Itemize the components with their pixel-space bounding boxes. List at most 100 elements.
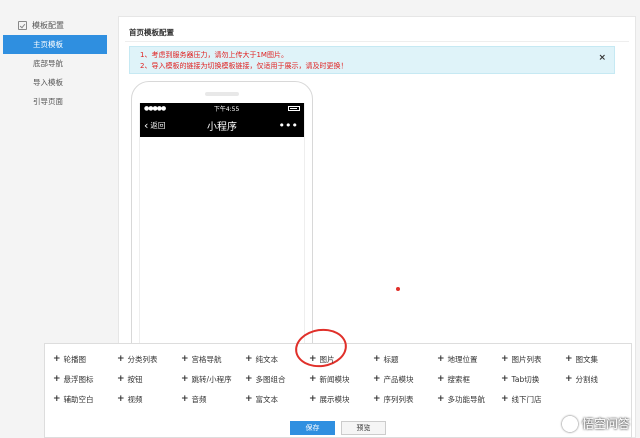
add-component-button[interactable]: + 地理位置 [437,354,501,365]
component-label: 按钮 [127,374,143,384]
sidebar-item-import-template[interactable]: 导入模板 [3,73,107,92]
add-component-button[interactable]: + 富文本 [245,394,309,405]
add-component-button[interactable]: + 纯文本 [245,354,309,365]
palette-row: + 悬浮图标 + 按钮 + 跳转/小程序 + 多图组合 + 新闻模块 + 产品模块 + 搜索框 + Tab切换… [53,369,629,389]
add-component-button[interactable]: + 标题 [373,354,437,365]
component-label: 展示模块 [319,394,350,404]
add-component-button[interactable]: + 音频 [181,394,245,405]
sidebar-item-home-template[interactable]: 主页模板 [3,35,107,54]
plus-icon: + [181,354,189,364]
component-label: 地理位置 [447,354,478,364]
back-button[interactable]: ‹ 返回 [144,120,165,131]
component-label: Tab切换 [511,374,540,384]
component-label: 跳转/小程序 [191,374,232,384]
component-label: 悬浮图标 [63,374,94,384]
add-component-button[interactable]: + 图文集 [565,354,629,365]
add-component-button[interactable]: + 按钮 [117,374,181,385]
add-component-button[interactable]: + Tab切换 [501,374,565,385]
component-label: 图片 [319,354,335,364]
plus-icon: + [437,354,445,364]
add-component-button[interactable]: + 线下门店 [501,394,565,405]
notice-alert: 1、考虑到服务器压力，请勿上传大于1M图片。 2、导入模板的链接为切换模板链接，… [129,46,615,74]
preview-button[interactable]: 预览 [341,421,386,435]
chevron-left-icon: ‹ [144,118,149,132]
add-component-button[interactable]: + 宫格导航 [181,354,245,365]
plus-icon: + [437,374,445,384]
sidebar-item-guide-page[interactable]: 引导页面 [3,92,107,111]
add-component-button[interactable]: + 视频 [117,394,181,405]
plus-icon: + [373,394,381,404]
add-component-button[interactable]: + 多图组合 [245,374,309,385]
sidebar-header-label: 模板配置 [32,20,64,30]
add-component-button[interactable]: + 新闻模块 [309,374,373,385]
plus-icon: + [181,374,189,384]
add-component-button[interactable]: + 图片 [309,354,373,365]
add-component-button[interactable]: + 轮播图 [53,354,117,365]
side-menu: 主页模板 底部导航 导入模板 引导页面 [3,35,107,111]
component-label: 分类列表 [127,354,158,364]
plus-icon: + [501,394,509,404]
component-label: 多功能导航 [447,394,486,404]
component-label: 标题 [383,354,399,364]
page-title: 首页模板配置 [129,28,174,37]
palette-row: + 轮播图 + 分类列表 + 宫格导航 + 纯文本 + 图片 + 标题 + 地理位置 + 图片列表 + 图文集 [53,349,629,369]
component-label: 图片列表 [511,354,542,364]
watermark-label: 悟空问答 [581,417,630,431]
add-component-button[interactable]: + 搜索框 [437,374,501,385]
plus-icon: + [565,374,573,384]
component-label: 辅助空白 [63,394,94,404]
plus-icon: + [117,394,125,404]
plus-icon: + [245,354,253,364]
plus-icon: + [245,394,253,404]
clipboard-check-icon [18,20,27,30]
notice-line-2: 2、导入模板的链接为切换模板链接，仅适用于展示，请及时更换！ [140,62,348,70]
action-buttons: 保存 预览 [45,421,631,435]
component-label: 图文集 [575,354,599,364]
plus-icon: + [373,354,381,364]
component-label: 纯文本 [255,354,279,364]
add-component-button[interactable]: + 辅助空白 [53,394,117,405]
add-component-button[interactable]: + 分割线 [565,374,629,385]
component-label: 分割线 [575,374,599,384]
plus-icon: + [309,354,317,364]
save-button[interactable]: 保存 [290,421,335,435]
plus-icon: + [309,394,317,404]
plus-icon: + [181,394,189,404]
component-label: 线下门店 [511,394,542,404]
sidebar-item-bottom-nav[interactable]: 底部导航 [3,54,107,73]
sidebar-header: 模板配置 [18,18,64,32]
signal-icon: ●●●●● [144,104,166,112]
add-component-button[interactable]: + 产品模块 [373,374,437,385]
battery-icon [287,105,300,111]
close-icon[interactable]: × [598,53,606,63]
mini-program-nav-bar: ‹ 返回 小程序 ••• [140,113,304,137]
title-divider [125,41,629,42]
component-palette: + 轮播图 + 分类列表 + 宫格导航 + 纯文本 + 图片 + 标题 + 地理位置 + 图片列表 + 图文集 + 悬… [44,325,632,438]
component-label: 搜索框 [447,374,471,384]
add-component-button[interactable]: + 分类列表 [117,354,181,365]
plus-icon: + [117,374,125,384]
plus-icon: + [53,394,61,404]
phone-speaker [205,92,239,96]
wukong-logo-icon [561,415,578,432]
add-component-button[interactable]: + 展示模块 [309,394,373,405]
plus-icon: + [245,374,253,384]
add-component-button[interactable]: + 多功能导航 [437,394,501,405]
status-time: 下午4:55 [213,105,240,113]
add-component-button[interactable]: + 悬浮图标 [53,374,117,385]
more-icon[interactable]: ••• [279,119,298,132]
add-component-button[interactable]: + 跳转/小程序 [181,374,245,385]
component-label: 产品模块 [383,374,414,384]
component-label: 宫格导航 [191,354,222,364]
plus-icon: + [501,374,509,384]
add-component-button[interactable]: + 图片列表 [501,354,565,365]
component-label: 视频 [127,394,143,404]
plus-icon: + [53,354,61,364]
palette-grid: + 轮播图 + 分类列表 + 宫格导航 + 纯文本 + 图片 + 标题 + 地理位置 + 图片列表 + 图文集 + 悬… [53,349,629,409]
palette-row: + 辅助空白 + 视频 + 音频 + 富文本 + 展示模块 + 序列列表 + 多功能导航 + 线下门店 [53,389,629,409]
status-bar: ●●●●● 下午4:55 [140,103,304,113]
annotation-dot [396,287,400,291]
component-label: 新闻模块 [319,374,350,384]
plus-icon: + [565,354,573,364]
add-component-button[interactable]: + 序列列表 [373,394,437,405]
